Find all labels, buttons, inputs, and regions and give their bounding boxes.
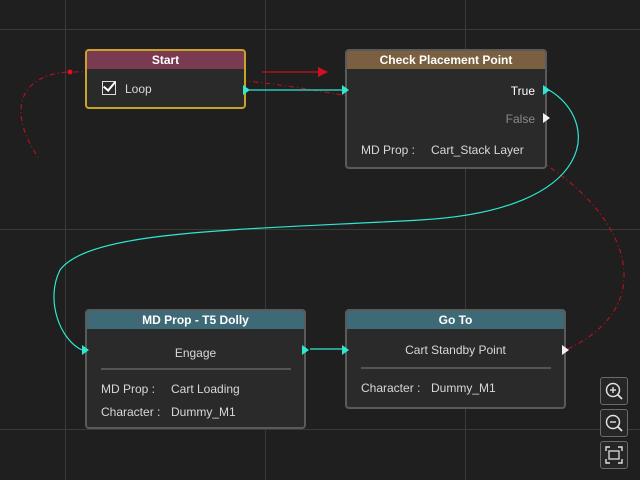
check-prop-value: Cart_Stack Layer [431, 143, 524, 157]
dolly-prop-label: MD Prop : [101, 382, 156, 396]
goto-target-label: Cart Standby Point [405, 343, 506, 357]
false-label: False [505, 112, 535, 126]
node-md-prop-dolly[interactable]: MD Prop - T5 Dolly Engage MD Prop : Cart… [82, 309, 309, 429]
true-output-pin[interactable] [543, 85, 550, 95]
node-go-to[interactable]: Go To Cart Standby Point Character : Dum… [342, 309, 569, 409]
node-goto-header[interactable]: Go To [347, 311, 564, 329]
zoom-out-icon [605, 414, 623, 432]
zoom-in-icon [605, 382, 623, 400]
start-output-pin[interactable] [243, 85, 250, 95]
goto-character-value: Dummy_M1 [431, 381, 496, 395]
fit-screen-button[interactable] [600, 441, 628, 469]
goto-divider [361, 367, 551, 369]
dolly-output-pin[interactable] [302, 345, 309, 355]
node-check-header[interactable]: Check Placement Point [347, 51, 545, 69]
node-dolly-header[interactable]: MD Prop - T5 Dolly [87, 311, 304, 329]
loop-checkbox[interactable] [102, 81, 116, 95]
fit-screen-icon [605, 446, 623, 464]
dolly-prop-value: Cart Loading [171, 382, 240, 396]
zoom-out-button[interactable] [600, 409, 628, 437]
check-input-pin[interactable] [342, 85, 349, 95]
goto-output-pin[interactable] [562, 345, 569, 355]
dolly-character-value: Dummy_M1 [171, 405, 236, 419]
zoom-in-button[interactable] [600, 377, 628, 405]
true-label: True [510, 84, 535, 98]
node-start[interactable]: Start Loop [85, 49, 250, 109]
false-output-pin[interactable] [543, 113, 550, 123]
node-check-placement[interactable]: Check Placement Point True False MD Prop… [342, 49, 550, 169]
dolly-character-label: Character : [101, 405, 161, 419]
node-start-header[interactable]: Start [87, 51, 244, 69]
goto-character-label: Character : [361, 381, 421, 395]
check-prop-label: MD Prop : [361, 143, 416, 157]
dolly-action-label: Engage [174, 346, 217, 360]
loop-label: Loop [125, 82, 152, 96]
dolly-divider [101, 368, 291, 370]
